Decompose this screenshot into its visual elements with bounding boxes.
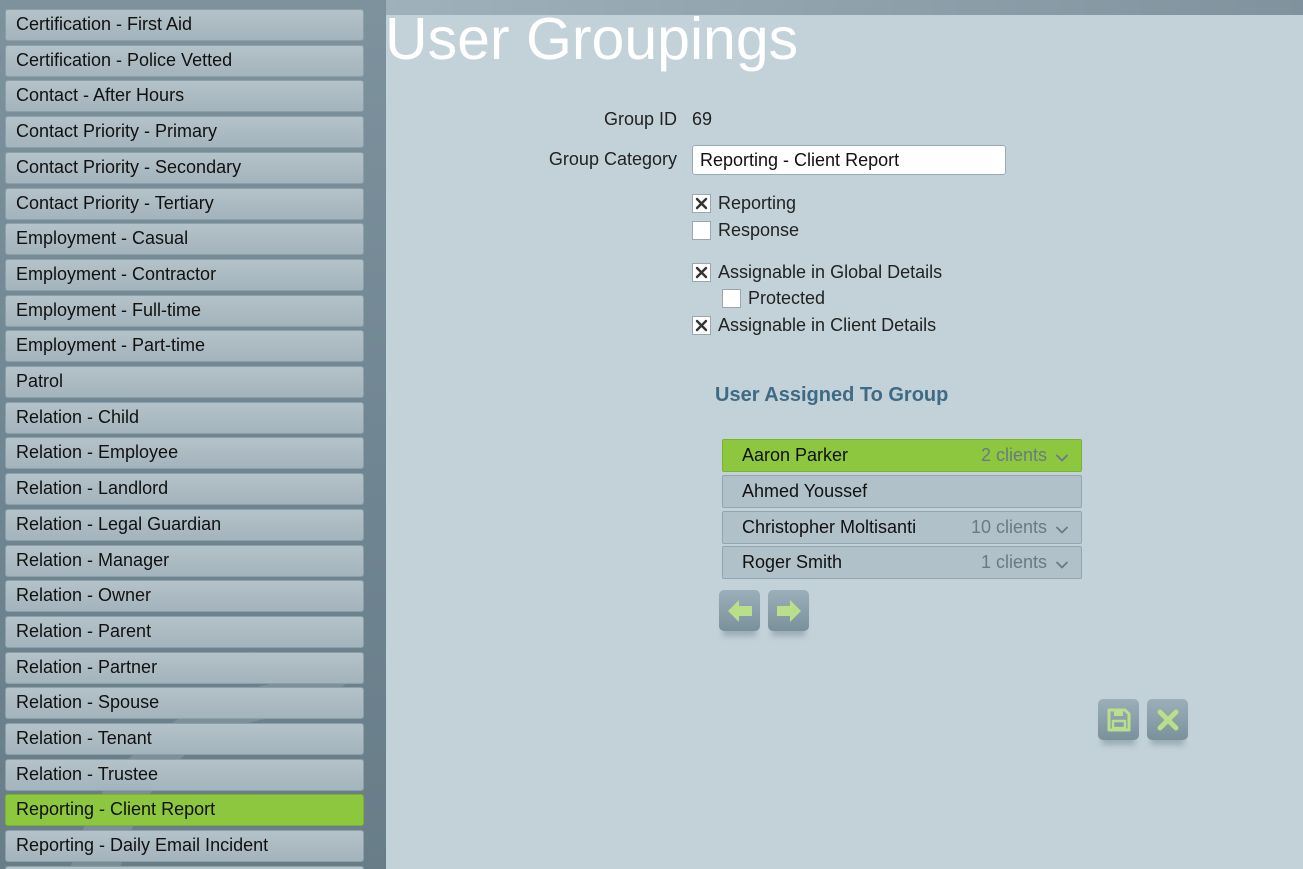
sidebar-item-relation-spouse[interactable]: Relation - Spouse [5, 687, 364, 719]
page-title: User Groupings [385, 6, 799, 72]
group-list-sidebar: Certification - First Aid Certification -… [0, 0, 386, 869]
client-count: 1 clients [980, 552, 1047, 572]
sidebar-item-label: Relation - Manager [16, 550, 170, 570]
sidebar-item-certification-first-aid[interactable]: Certification - First Aid [5, 9, 364, 41]
group-category-label: Group Category [548, 149, 677, 169]
sidebar-item-label: Certification - First Aid [16, 14, 193, 34]
response-label: Response [718, 219, 800, 240]
sidebar-item-reporting-daily-email-incident[interactable]: Reporting - Daily Email Incident [5, 830, 364, 862]
group-id-label: Group ID [603, 109, 677, 129]
sidebar-item-contact-priority-primary[interactable]: Contact Priority - Primary [5, 116, 364, 148]
user-name: Christopher Moltisanti [742, 517, 917, 537]
sidebar-item-employment-full-time[interactable]: Employment - Full-time [5, 295, 364, 327]
assignable-global-checkbox-row[interactable]: Assignable in Global Details [692, 261, 942, 283]
floppy-disk-icon [1107, 708, 1130, 731]
sidebar-item-label: Certification - Police Vetted [16, 50, 233, 70]
sidebar-item-label: Employment - Full-time [16, 300, 202, 320]
sidebar-item-label: Contact Priority - Secondary [16, 157, 242, 177]
user-name: Ahmed Youssef [742, 481, 868, 501]
sidebar-item-relation-tenant[interactable]: Relation - Tenant [5, 723, 364, 755]
sidebar-item-employment-contractor[interactable]: Employment - Contractor [5, 259, 364, 291]
sidebar-item-employment-part-time[interactable]: Employment - Part-time [5, 330, 364, 362]
sidebar-item-relation-owner[interactable]: Relation - Owner [5, 580, 364, 612]
assignable-client-checkbox-row[interactable]: Assignable in Client Details [692, 314, 936, 336]
client-count: 10 clients [970, 517, 1047, 537]
sidebar-item-contact-after-hours[interactable]: Contact - After Hours [5, 80, 364, 112]
chevron-down-icon[interactable] [1055, 521, 1069, 535]
reporting-checkbox-row[interactable]: Reporting [692, 192, 796, 214]
sidebar-item-employment-casual[interactable]: Employment - Casual [5, 223, 364, 255]
move-right-button[interactable] [768, 590, 809, 631]
sidebar-item-contact-priority-tertiary[interactable]: Contact Priority - Tertiary [5, 188, 364, 220]
assigned-user-row[interactable]: Aaron Parker 2 clients [722, 439, 1082, 472]
check-x-icon [695, 266, 708, 278]
sidebar-item-label: Relation - Tenant [16, 728, 152, 748]
reporting-checkbox[interactable] [692, 193, 711, 213]
sidebar-item-reporting-client-report[interactable]: Reporting - Client Report [5, 794, 364, 826]
sidebar-item-relation-legal-guardian[interactable]: Relation - Legal Guardian [5, 509, 364, 541]
sidebar-item-label: Employment - Contractor [16, 264, 217, 284]
assigned-user-row[interactable]: Ahmed Youssef [722, 475, 1082, 508]
sidebar-item-label: Employment - Casual [16, 228, 189, 248]
arrow-right-icon [776, 599, 801, 622]
sidebar-item-relation-parent[interactable]: Relation - Parent [5, 616, 364, 648]
sidebar-item-relation-landlord[interactable]: Relation - Landlord [5, 473, 364, 505]
chevron-down-icon[interactable] [1055, 556, 1069, 570]
move-left-button[interactable] [719, 590, 760, 631]
response-checkbox-row[interactable]: Response [692, 219, 799, 241]
sidebar-item-relation-trustee[interactable]: Relation - Trustee [5, 759, 364, 791]
sidebar-item-relation-child[interactable]: Relation - Child [5, 402, 364, 434]
client-count: 2 clients [980, 445, 1047, 465]
sidebar-item-label: Relation - Child [16, 407, 140, 427]
user-name: Aaron Parker [742, 445, 849, 465]
sidebar-item-label: Relation - Trustee [16, 764, 159, 784]
sidebar-item-label: Contact - After Hours [16, 85, 185, 105]
sidebar-item-label: Contact Priority - Tertiary [16, 193, 214, 213]
sidebar-item-relation-manager[interactable]: Relation - Manager [5, 545, 364, 577]
sidebar-item-contact-priority-secondary[interactable]: Contact Priority - Secondary [5, 152, 364, 184]
sidebar-item-relation-employee[interactable]: Relation - Employee [5, 437, 364, 469]
save-button[interactable] [1098, 699, 1139, 740]
arrow-left-icon [727, 599, 752, 622]
close-icon [1157, 709, 1178, 730]
assignable-global-label: Assignable in Global Details [718, 261, 943, 282]
sidebar-item-label: Relation - Partner [16, 657, 158, 677]
assigned-user-row[interactable]: Christopher Moltisanti 10 clients [722, 511, 1082, 544]
sidebar-item-label: Relation - Legal Guardian [16, 514, 222, 534]
assignable-client-label: Assignable in Client Details [718, 314, 937, 335]
sidebar-item-label: Relation - Employee [16, 442, 179, 462]
group-category-input[interactable] [692, 145, 1006, 175]
protected-checkbox-row[interactable]: Protected [722, 287, 825, 309]
check-x-icon [695, 197, 708, 209]
sidebar-item-patrol[interactable]: Patrol [5, 366, 364, 398]
assignable-client-checkbox[interactable] [692, 315, 711, 335]
check-x-icon [695, 319, 708, 331]
chevron-down-icon[interactable] [1055, 449, 1069, 463]
sidebar-item-label: Contact Priority - Primary [16, 121, 218, 141]
sidebar-item-label: Relation - Landlord [16, 478, 169, 498]
sidebar-item-certification-police-vetted[interactable]: Certification - Police Vetted [5, 45, 364, 77]
sidebar-item-label: Patrol [16, 371, 64, 391]
sidebar-item-label: Reporting - Client Report [16, 799, 216, 819]
sidebar-item-label: Reporting - Daily Email Incident [16, 835, 269, 855]
sidebar-item-label: Relation - Owner [16, 585, 152, 605]
protected-checkbox[interactable] [722, 288, 741, 308]
assigned-users-heading: User Assigned To Group [715, 384, 949, 406]
assignable-global-checkbox[interactable] [692, 262, 711, 282]
sidebar-item-relation-partner[interactable]: Relation - Partner [5, 652, 364, 684]
cancel-button[interactable] [1147, 699, 1188, 740]
user-name: Roger Smith [742, 552, 843, 572]
sidebar-item-label: Employment - Part-time [16, 335, 206, 355]
group-id-value: 69 [692, 109, 713, 129]
protected-label: Protected [748, 287, 826, 308]
assigned-user-row[interactable]: Roger Smith 1 clients [722, 546, 1082, 579]
reporting-label: Reporting [718, 192, 797, 213]
sidebar-item-label: Relation - Spouse [16, 692, 160, 712]
sidebar-item-label: Relation - Parent [16, 621, 152, 641]
response-checkbox[interactable] [692, 220, 711, 240]
